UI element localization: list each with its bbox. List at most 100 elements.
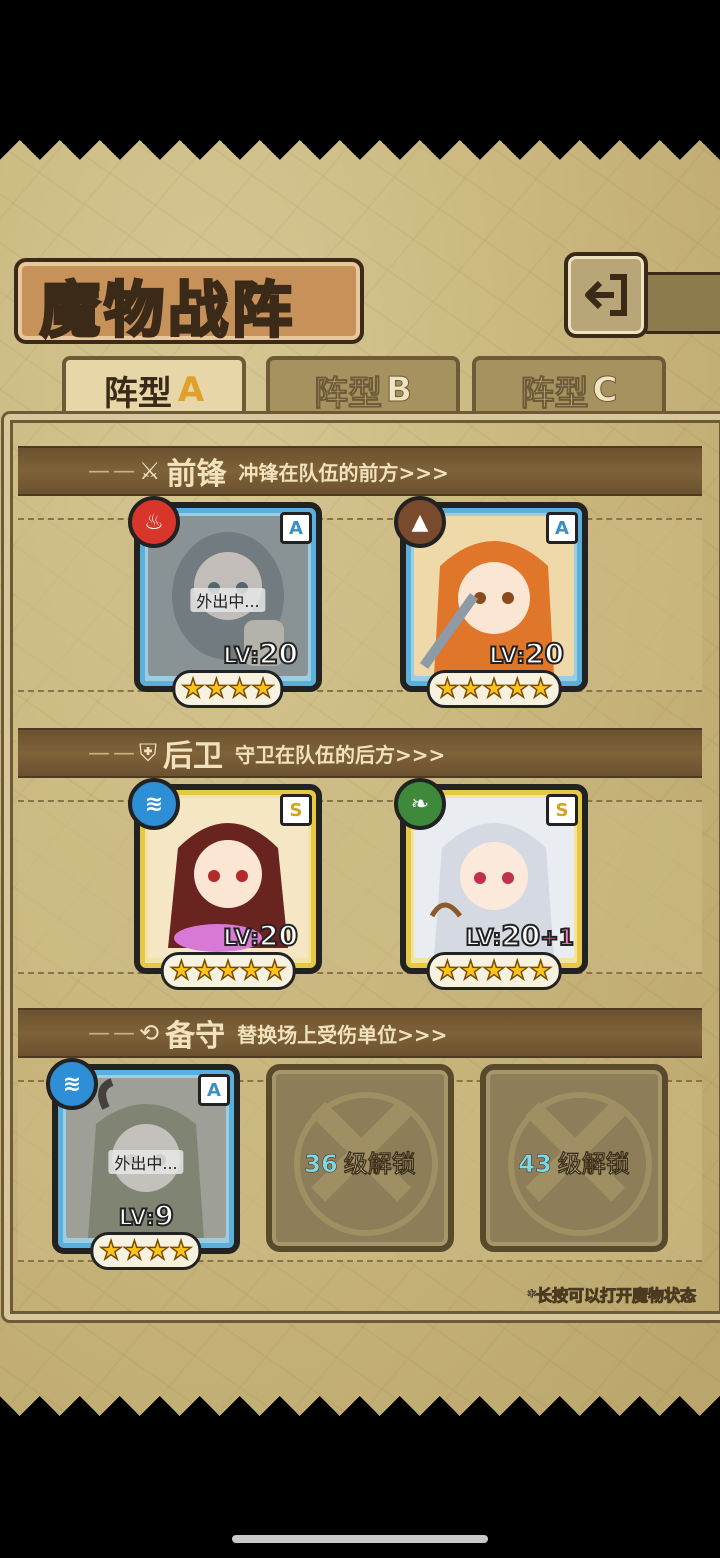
earth-element-icon: ▲ [394, 496, 446, 548]
star-rating: ★ ★ ★ ★ [172, 670, 284, 708]
section-name: 前锋 [166, 457, 227, 492]
section-name: 备守 [165, 1019, 226, 1054]
star-icon: ★ [458, 674, 483, 704]
star-icon: ★ [122, 1236, 147, 1266]
star-icon: ★ [505, 674, 530, 704]
unlock-text: 级解锁 [343, 1150, 416, 1179]
section-divider: — — [88, 458, 135, 484]
rank-badge: S [546, 794, 578, 826]
star-icon: ★ [99, 1236, 124, 1266]
star-icon: ★ [169, 1236, 194, 1266]
level-value: 9 [153, 1198, 175, 1233]
star-rating: ★ ★ ★ ★ ★ [426, 952, 562, 990]
unit-card-back-2[interactable]: ❧ S LV:20+1 ★ ★ ★ ★ ★ [394, 778, 588, 990]
section-desc: 守卫在队伍的后方>>> [235, 742, 446, 767]
star-icon: ★ [505, 956, 530, 986]
unit-card-front-1[interactable]: ♨ A 外出中... LV:20 ★ ★ ★ ★ [128, 496, 322, 708]
level-value: 20 [524, 636, 565, 671]
star-icon: ★ [192, 956, 217, 986]
rank-badge: A [198, 1074, 230, 1106]
unit-card-back-1[interactable]: ≋ S LV:20 ★ ★ ★ ★ ★ [128, 778, 322, 990]
unlock-level: 36 [304, 1150, 338, 1179]
water-element-icon: ≋ [46, 1058, 98, 1110]
formation-tabs: 阵型 A 阵型 B 阵型 C [62, 356, 666, 420]
unlock-text: 级解锁 [557, 1150, 630, 1179]
level-label: LV:20 [222, 636, 299, 671]
section-back: — — ⛨ 后卫 守卫在队伍的后方>>> [18, 728, 702, 778]
level-bonus: +1 [539, 925, 575, 952]
torn-edge-bottom [0, 1376, 720, 1416]
locked-slot-1[interactable]: × 36 级解锁 [266, 1062, 454, 1252]
level-label: LV:20 [222, 918, 299, 953]
star-icon: ★ [204, 674, 229, 704]
star-icon: ★ [145, 1236, 170, 1266]
star-icon: ★ [169, 956, 194, 986]
level-label: LV:9 [118, 1198, 175, 1233]
star-icon: ★ [262, 956, 287, 986]
home-indicator[interactable] [232, 1535, 488, 1543]
star-icon: ★ [227, 674, 252, 704]
level-prefix: LV: [222, 643, 260, 670]
tab-letter: B [386, 370, 413, 411]
level-value: 20 [258, 636, 299, 671]
back-rail [640, 272, 720, 334]
tab-formation-c[interactable]: 阵型 C [472, 356, 666, 420]
water-element-icon: ≋ [128, 778, 180, 830]
level-prefix: LV: [464, 925, 502, 952]
unit-card-front-2[interactable]: ▲ A LV:20 ★ ★ ★ ★ ★ [394, 496, 588, 708]
back-button[interactable] [564, 252, 648, 338]
front-row [18, 518, 702, 692]
back-row [18, 800, 702, 974]
fire-element-icon: ♨ [128, 496, 180, 548]
wind-element-icon: ❧ [394, 778, 446, 830]
swap-icon: ⟲ [139, 1019, 160, 1047]
unlock-level: 43 [518, 1150, 552, 1179]
section-desc: 冲锋在队伍的前方>>> [238, 460, 449, 485]
back-arrow-icon [585, 274, 627, 316]
tab-label: 阵型 [520, 373, 589, 414]
star-rating: ★ ★ ★ ★ [90, 1232, 202, 1270]
unlock-label: 36 级解锁 [272, 1144, 448, 1179]
level-prefix: LV: [118, 1205, 156, 1232]
page-title: 魔物战阵 [39, 275, 296, 348]
star-icon: ★ [482, 674, 507, 704]
unlock-label: 43 级解锁 [486, 1144, 662, 1179]
hint-text: *长按可以打开魔物状态 [527, 1286, 696, 1306]
star-icon: ★ [435, 956, 460, 986]
star-icon: ★ [251, 674, 276, 704]
level-value: 20 [258, 918, 299, 953]
status-away: 外出中... [108, 1150, 184, 1174]
rank-badge: S [280, 794, 312, 826]
tab-formation-a[interactable]: 阵型 A [62, 356, 246, 420]
star-rating: ★ ★ ★ ★ ★ [160, 952, 296, 990]
tab-letter: C [592, 370, 618, 411]
star-icon: ★ [181, 674, 206, 704]
level-label: LV:20 [488, 636, 565, 671]
level-value: 20 [500, 918, 541, 953]
star-icon: ★ [482, 956, 507, 986]
star-icon: ★ [435, 674, 460, 704]
section-front: — — ⚔ 前锋 冲锋在队伍的前方>>> [18, 446, 702, 496]
tab-formation-b[interactable]: 阵型 B [266, 356, 460, 420]
star-rating: ★ ★ ★ ★ ★ [426, 670, 562, 708]
star-icon: ★ [528, 956, 553, 986]
star-icon: ★ [458, 956, 483, 986]
star-icon: ★ [528, 674, 553, 704]
section-divider: — — [88, 740, 135, 766]
tab-letter: A [177, 370, 205, 410]
star-icon: ★ [239, 956, 264, 986]
level-prefix: LV: [222, 925, 260, 952]
shield-icon: ⛨ [139, 739, 157, 767]
locked-slot-2[interactable]: × 43 级解锁 [480, 1062, 668, 1252]
level-prefix: LV: [488, 643, 526, 670]
section-desc: 替换场上受伤单位>>> [237, 1022, 448, 1047]
rank-badge: A [546, 512, 578, 544]
status-away: 外出中... [190, 588, 266, 612]
level-label: LV:20+1 [464, 918, 575, 953]
section-name: 后卫 [163, 739, 223, 774]
star-icon: ★ [216, 956, 241, 986]
unit-card-reserve-1[interactable]: ≋ A 外出中... LV:9 ★ ★ ★ ★ [46, 1058, 240, 1270]
sword-icon: ⚔ [139, 457, 161, 485]
rank-badge: A [280, 512, 312, 544]
tab-label: 阵型 [103, 373, 172, 414]
